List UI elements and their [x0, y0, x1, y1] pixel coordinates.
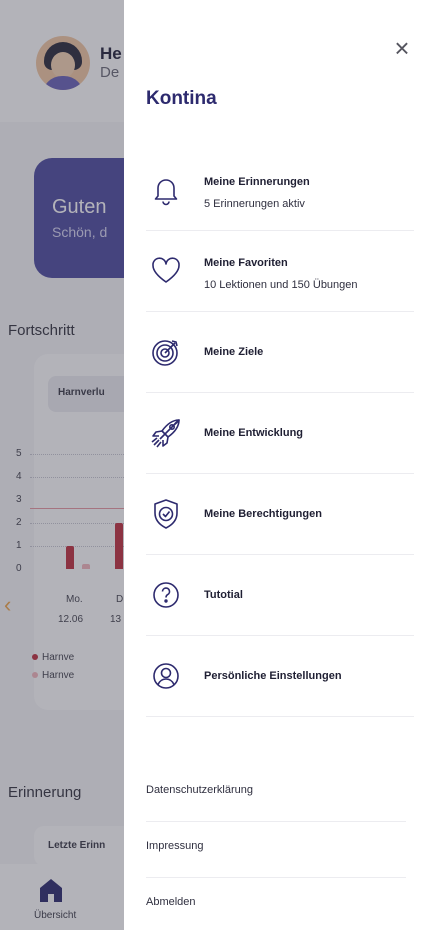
- menu-item-settings[interactable]: Persönliche Einstellungen: [146, 636, 414, 717]
- imprint-link[interactable]: Impressung: [146, 822, 406, 878]
- side-drawer: × Kontina Meine Erinnerungen 5 Erinnerun…: [124, 0, 428, 930]
- menu-item-favorites[interactable]: Meine Favoriten 10 Lektionen und 150 Übu…: [146, 231, 414, 312]
- menu-item-title: Meine Ziele: [204, 346, 264, 358]
- question-circle-icon: [148, 577, 184, 613]
- bell-icon: [148, 172, 184, 208]
- menu-item-title: Tutotial: [204, 589, 243, 601]
- menu-item-title: Meine Entwicklung: [204, 427, 304, 439]
- shield-check-icon: [148, 496, 184, 532]
- menu-item-title: Meine Favoriten: [204, 257, 288, 269]
- drawer-menu: Meine Erinnerungen 5 Erinnerungen aktiv …: [124, 150, 428, 717]
- menu-item-title: Meine Berechtigungen: [204, 508, 322, 520]
- menu-item-title: Persönliche Einstellungen: [204, 670, 342, 682]
- menu-item-reminders[interactable]: Meine Erinnerungen 5 Erinnerungen aktiv: [146, 150, 414, 231]
- menu-item-subtitle: 5 Erinnerungen aktiv: [204, 198, 305, 210]
- user-circle-icon: [148, 658, 184, 694]
- close-icon[interactable]: ×: [390, 35, 414, 61]
- brand-title: Kontina: [146, 88, 217, 109]
- target-icon: [148, 334, 184, 370]
- menu-item-tutorial[interactable]: Tutotial: [146, 555, 414, 636]
- menu-item-permissions[interactable]: Meine Berechtigungen: [146, 474, 414, 555]
- privacy-link[interactable]: Datenschutzerklärung: [146, 766, 406, 822]
- logout-link[interactable]: Abmelden: [146, 878, 406, 930]
- drawer-footer-links: Datenschutzerklärung Impressung Abmelden: [146, 766, 406, 930]
- menu-item-title: Meine Erinnerungen: [204, 176, 310, 188]
- menu-item-development[interactable]: Meine Entwicklung: [146, 393, 414, 474]
- heart-icon: [148, 253, 184, 289]
- menu-item-subtitle: 10 Lektionen und 150 Übungen: [204, 279, 358, 291]
- menu-item-goals[interactable]: Meine Ziele: [146, 312, 414, 393]
- rocket-icon: [148, 415, 184, 451]
